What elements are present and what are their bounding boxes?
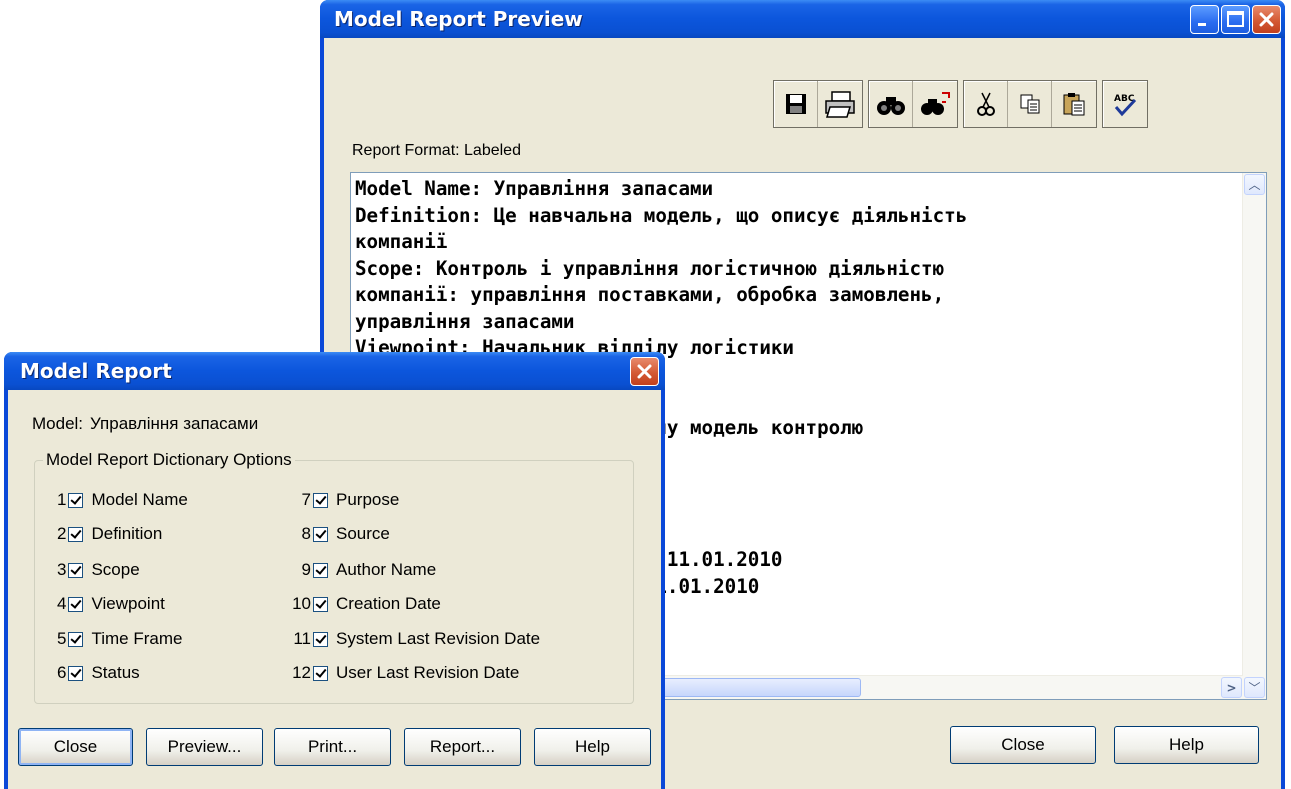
- checkbox-checked[interactable]: [68, 526, 84, 542]
- preview-toolbar: ABC: [773, 80, 1148, 128]
- toolbar-group-file: [773, 80, 863, 128]
- paste-icon[interactable]: [1052, 81, 1096, 127]
- dialog-client-area: Model: Управління запасами Model Report …: [8, 390, 661, 789]
- find-icon[interactable]: [869, 81, 913, 127]
- dialog-titlebar[interactable]: Model Report: [4, 352, 665, 390]
- dialog-close-x-button[interactable]: [630, 357, 659, 386]
- option-viewpoint[interactable]: 4 Viewpoint: [57, 593, 165, 615]
- minimize-button[interactable]: [1190, 5, 1219, 34]
- close-icon: [637, 364, 652, 379]
- maximize-button[interactable]: [1221, 5, 1250, 34]
- minimize-icon: [1198, 23, 1206, 26]
- toolbar-group-spell: ABC: [1102, 80, 1148, 128]
- dialog-report-button[interactable]: Report...: [404, 728, 521, 766]
- preview-help-button[interactable]: Help: [1114, 726, 1259, 764]
- model-value: Управління запасами: [90, 414, 259, 433]
- preview-titlebar[interactable]: Model Report Preview: [320, 0, 1285, 38]
- report-line: Definition: Це навчальна модель, що опис…: [355, 203, 968, 227]
- scroll-up-icon[interactable]: ︿: [1244, 174, 1265, 195]
- scroll-down-icon[interactable]: ﹀: [1244, 677, 1265, 698]
- report-line: компанії: [355, 230, 448, 253]
- preview-close-x-button[interactable]: [1252, 5, 1281, 34]
- spellcheck-icon[interactable]: ABC: [1103, 81, 1147, 127]
- vertical-scrollbar[interactable]: ︿ ﹀: [1242, 173, 1266, 699]
- option-time-frame[interactable]: 5 Time Frame: [57, 628, 182, 650]
- checkbox-checked[interactable]: [313, 562, 328, 578]
- checkbox-checked[interactable]: [313, 492, 328, 508]
- checkbox-checked[interactable]: [68, 492, 84, 508]
- checkbox-checked[interactable]: [313, 596, 328, 612]
- cut-icon[interactable]: [964, 81, 1008, 127]
- report-line: Scope: Контроль і управління логістичною…: [355, 256, 945, 280]
- maximize-icon: [1227, 11, 1244, 27]
- dictionary-options-legend: Model Report Dictionary Options: [43, 450, 295, 470]
- report-line: управління запасами: [355, 309, 575, 333]
- dialog-help-button[interactable]: Help: [534, 728, 651, 766]
- checkbox-checked[interactable]: [68, 562, 84, 578]
- checkbox-checked[interactable]: [68, 665, 84, 681]
- checkbox-checked[interactable]: [313, 631, 328, 647]
- dialog-close-button[interactable]: Close: [18, 728, 133, 766]
- option-status[interactable]: 6 Status: [57, 662, 140, 684]
- dialog-print-button[interactable]: Print...: [274, 728, 391, 766]
- preview-close-button[interactable]: Close: [950, 726, 1096, 764]
- model-label: Model:: [32, 414, 84, 433]
- toolbar-group-find: [868, 80, 958, 128]
- checkbox-checked[interactable]: [313, 526, 328, 542]
- toolbar-group-edit: [963, 80, 1097, 128]
- model-report-dialog: Model Report Model: Управління запасами …: [4, 352, 665, 789]
- option-definition[interactable]: 2 Definition: [57, 523, 162, 545]
- copy-icon[interactable]: [1008, 81, 1052, 127]
- replace-icon[interactable]: [913, 81, 957, 127]
- report-format-label: Report Format: Labeled: [352, 142, 521, 159]
- save-icon[interactable]: [774, 81, 818, 127]
- option-creation-date[interactable]: 10 Creation Date: [289, 593, 441, 615]
- option-source[interactable]: 8 Source: [289, 523, 390, 545]
- preview-title: Model Report Preview: [334, 7, 583, 31]
- option-purpose[interactable]: 7 Purpose: [289, 489, 400, 511]
- option-user-last-revision-date[interactable]: 12 User Last Revision Date: [289, 662, 519, 684]
- option-system-last-revision-date[interactable]: 11 System Last Revision Date: [289, 628, 540, 650]
- option-author-name[interactable]: 9 Author Name: [289, 559, 437, 581]
- report-line: компанії: управління поставками, обробка…: [355, 283, 945, 306]
- scroll-right-icon[interactable]: >: [1221, 677, 1242, 698]
- dialog-preview-button[interactable]: Preview...: [146, 728, 263, 766]
- report-line: Model Name: Управління запасами: [355, 177, 714, 200]
- dialog-title: Model Report: [20, 359, 172, 383]
- option-model-name[interactable]: 1 Model Name: [57, 489, 188, 511]
- checkbox-checked[interactable]: [68, 631, 84, 647]
- checkbox-checked[interactable]: [68, 596, 84, 612]
- checkbox-checked[interactable]: [313, 665, 328, 681]
- dictionary-options-group: Model Report Dictionary Options 1 Model N…: [34, 450, 634, 704]
- option-scope[interactable]: 3 Scope: [57, 559, 140, 581]
- close-icon: [1259, 12, 1274, 27]
- print-icon[interactable]: [818, 81, 862, 127]
